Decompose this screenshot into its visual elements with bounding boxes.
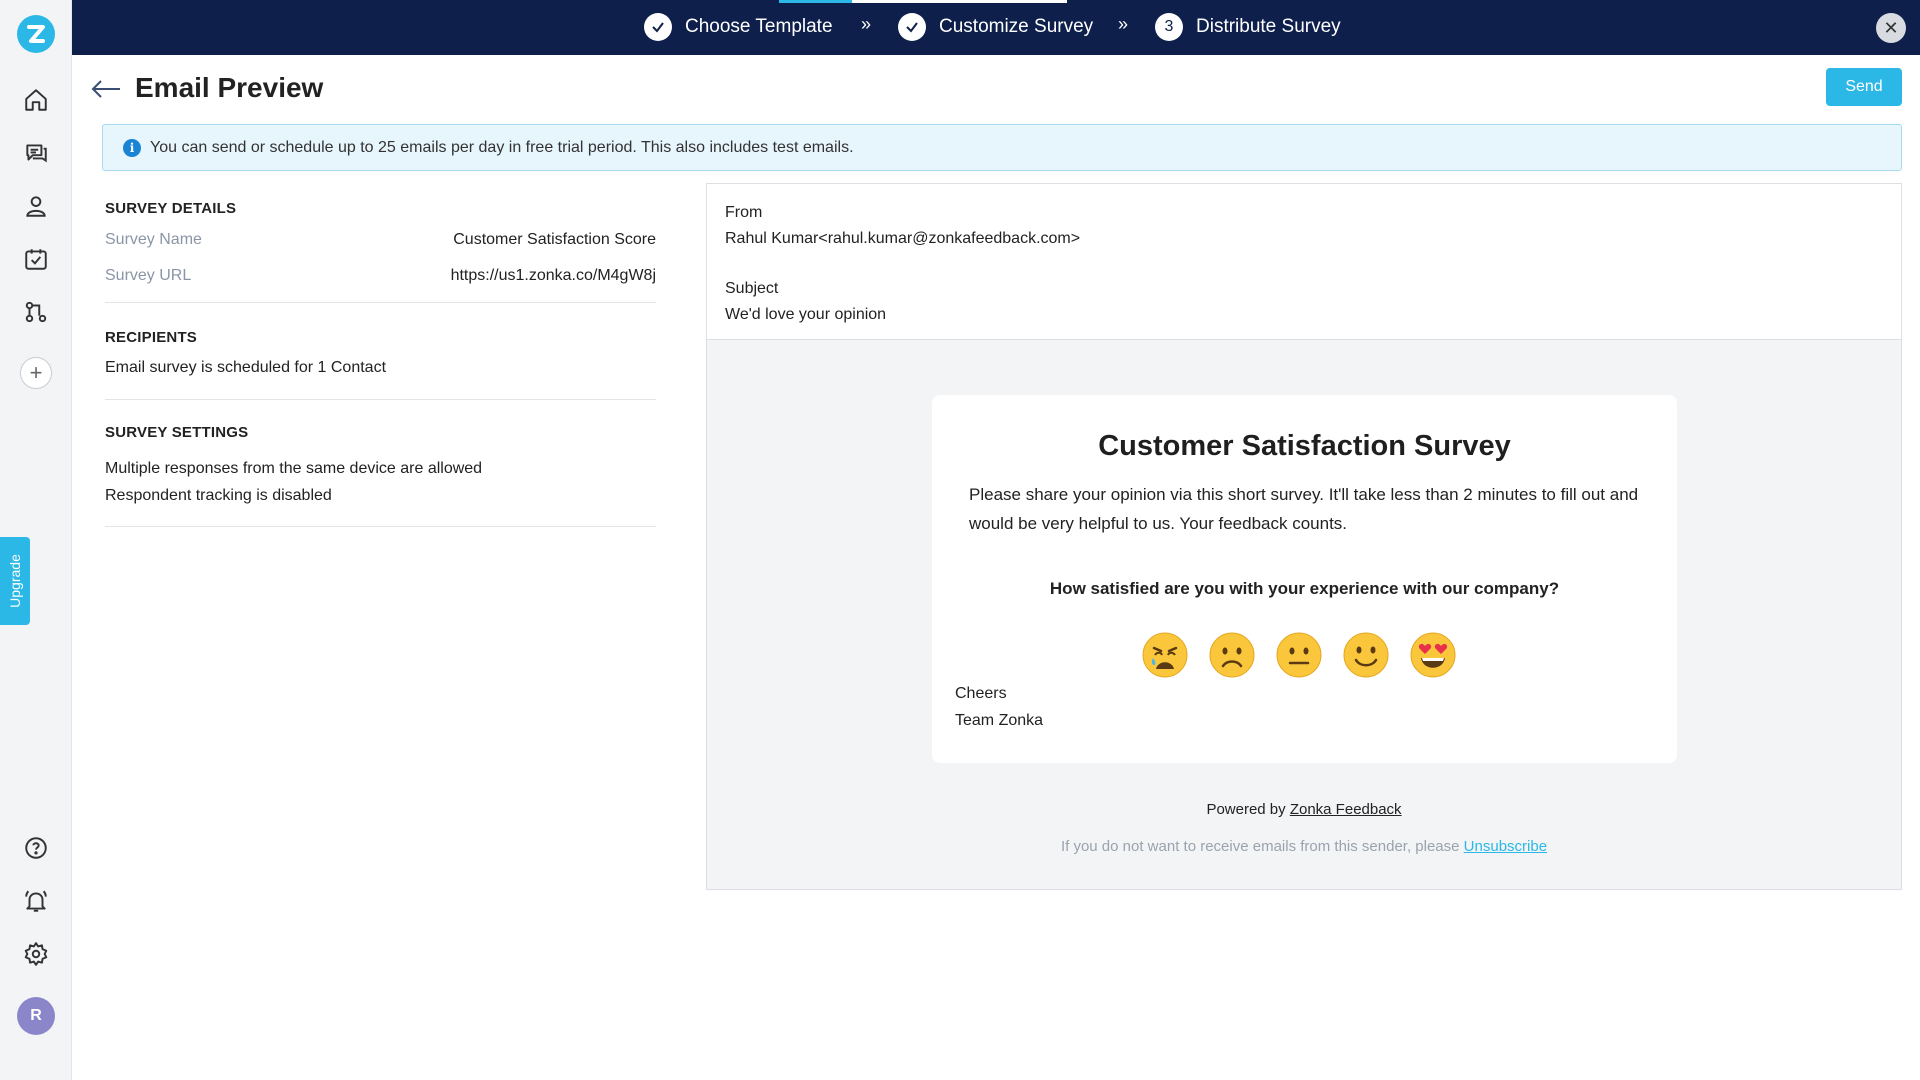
back-arrow-icon[interactable]	[90, 76, 122, 102]
step-choose-template[interactable]: Choose Template	[644, 12, 833, 42]
upgrade-label: Upgrade	[7, 554, 24, 608]
wizard-topbar: Choose Template » Customize Survey » 3 D…	[72, 0, 1920, 55]
email-headers: From Rahul Kumar<rahul.kumar@zonkafeedba…	[707, 184, 1901, 340]
survey-url-row: Survey URL https://us1.zonka.co/M4gW8j	[105, 267, 656, 285]
page-title: Email Preview	[135, 72, 324, 103]
powered-by-text: Powered by	[1206, 801, 1286, 818]
close-button[interactable]: ✕	[1876, 13, 1906, 43]
chevron-double-right-icon: »	[1118, 14, 1129, 34]
send-button[interactable]: Send	[1826, 68, 1902, 106]
signoff: Cheers Team Zonka	[955, 680, 1043, 734]
survey-url-label: Survey URL	[105, 267, 192, 284]
rating-emoji-row	[1141, 631, 1457, 679]
from-label: From	[725, 204, 763, 221]
survey-question: How satisfied are you with your experien…	[1049, 579, 1560, 598]
step-distribute-survey[interactable]: 3 Distribute Survey	[1155, 12, 1341, 42]
survey-details-heading: SURVEY DETAILS	[105, 200, 237, 217]
check-icon	[644, 13, 672, 41]
divider	[105, 399, 656, 400]
add-icon[interactable]: +	[20, 357, 52, 389]
unsubscribe-text: If you do not want to receive emails fro…	[1060, 838, 1460, 855]
from-value: Rahul Kumar<rahul.kumar@zonkafeedback.co…	[725, 230, 1081, 247]
unsubscribe-link[interactable]: Unsubscribe	[1464, 838, 1547, 855]
notification-bell-icon[interactable]	[20, 885, 52, 917]
recipients-heading: RECIPIENTS	[105, 329, 198, 346]
check-icon	[898, 13, 926, 41]
logo-z-icon	[27, 25, 45, 43]
divider	[105, 302, 656, 303]
avatar[interactable]: R	[17, 997, 55, 1035]
settings-line-2: Respondent tracking is disabled	[105, 487, 332, 504]
settings-line-1: Multiple responses from the same device …	[105, 460, 483, 477]
survey-settings-heading: SURVEY SETTINGS	[105, 424, 249, 441]
chevron-double-right-icon: »	[861, 14, 872, 34]
chat-icon[interactable]	[20, 137, 52, 169]
neutral-face-icon[interactable]	[1275, 631, 1323, 679]
step-label: Customize Survey	[939, 16, 1094, 37]
divider	[105, 526, 656, 527]
unsubscribe-line: If you do not want to receive emails fro…	[707, 838, 1901, 855]
smiling-face-icon[interactable]	[1342, 631, 1390, 679]
survey-details-panel: SURVEY DETAILS Survey Name Customer Sati…	[105, 200, 656, 527]
zonka-logo[interactable]	[17, 15, 55, 53]
email-preview: From Rahul Kumar<rahul.kumar@zonkafeedba…	[706, 183, 1902, 890]
team-text: Team Zonka	[955, 712, 1044, 729]
user-icon[interactable]	[20, 190, 52, 222]
powered-by: Powered by Zonka Feedback	[707, 801, 1901, 818]
settings-gear-icon[interactable]	[20, 938, 52, 970]
frowning-face-icon[interactable]	[1208, 631, 1256, 679]
survey-title: Customer Satisfaction Survey	[1098, 430, 1511, 462]
upgrade-tab[interactable]: Upgrade	[0, 537, 30, 625]
notice-text: You can send or schedule up to 25 emails…	[150, 138, 854, 156]
subject-label: Subject	[725, 280, 779, 297]
sidebar: + Upgrade R	[0, 0, 72, 1080]
survey-name-row: Survey Name Customer Satisfaction Score	[105, 231, 656, 249]
avatar-initial: R	[30, 1007, 42, 1024]
calendar-check-icon[interactable]	[20, 243, 52, 275]
survey-intro: Please share your opinion via this short…	[969, 485, 1639, 533]
cheers-text: Cheers	[955, 685, 1007, 702]
home-icon[interactable]	[20, 84, 52, 116]
step-customize-survey[interactable]: Customize Survey	[898, 12, 1093, 42]
zonka-feedback-link[interactable]: Zonka Feedback	[1290, 801, 1402, 818]
trial-limit-notice: i You can send or schedule up to 25 emai…	[102, 124, 1902, 171]
survey-url-value[interactable]: https://us1.zonka.co/M4gW8j	[451, 267, 656, 285]
recipients-text: Email survey is scheduled for 1 Contact	[105, 359, 387, 376]
crying-face-icon[interactable]	[1141, 631, 1189, 679]
info-icon: i	[123, 138, 141, 157]
survey-name-value: Customer Satisfaction Score	[453, 231, 656, 248]
help-icon[interactable]	[20, 832, 52, 864]
step-progress-fill	[779, 0, 852, 3]
step-label: Choose Template	[685, 16, 833, 37]
heart-eyes-face-icon[interactable]	[1409, 631, 1457, 679]
step-number: 3	[1155, 13, 1183, 41]
workflow-icon[interactable]	[20, 296, 52, 328]
subject-value: We'd love your opinion	[725, 306, 887, 323]
email-body-card: Customer Satisfaction Survey Please shar…	[932, 395, 1677, 763]
step-label: Distribute Survey	[1196, 16, 1341, 37]
survey-name-label: Survey Name	[105, 231, 202, 248]
